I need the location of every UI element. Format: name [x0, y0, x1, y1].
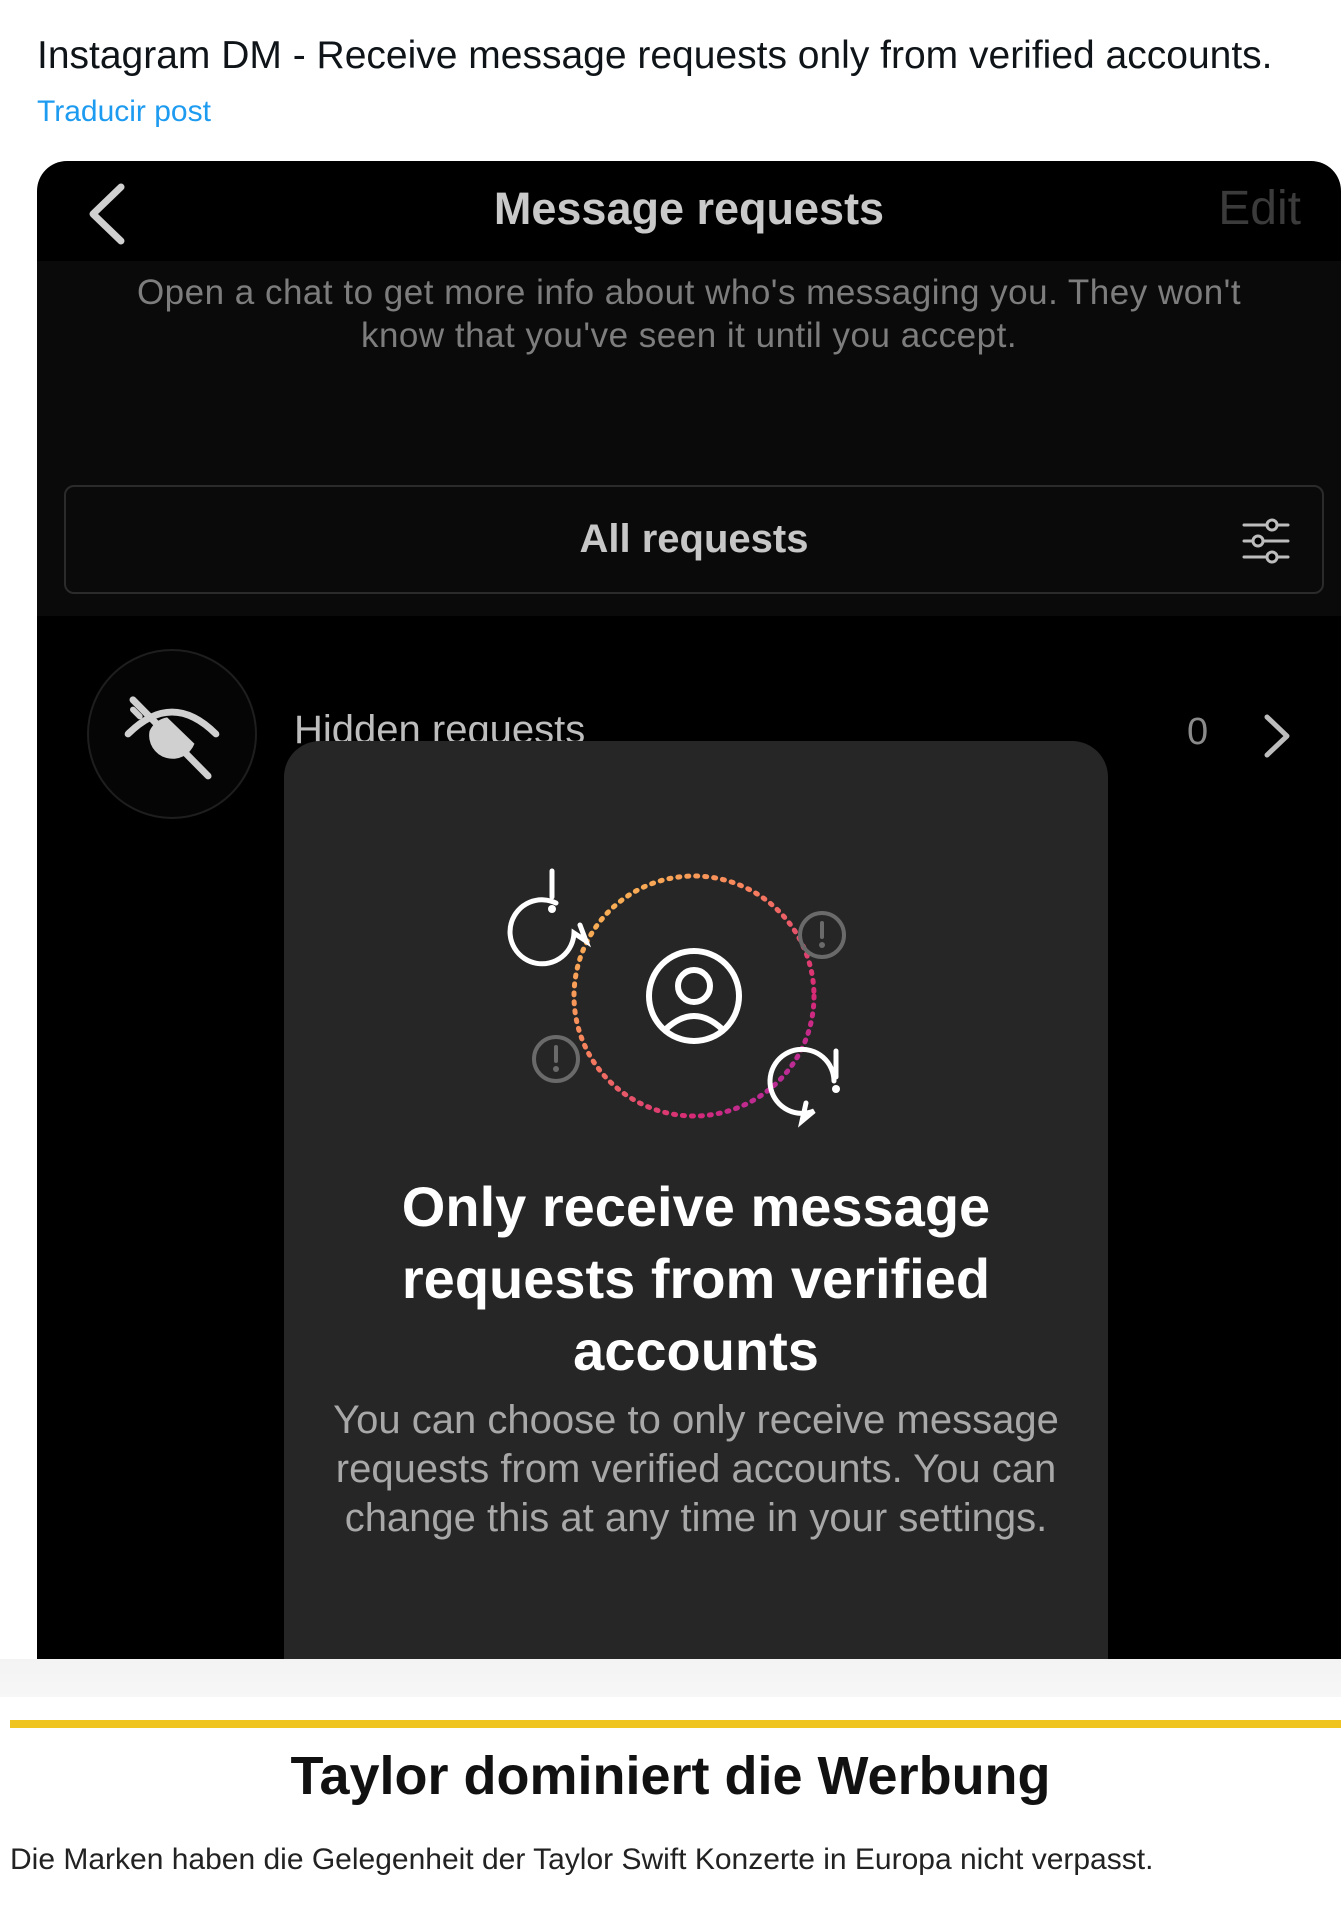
- article-divider: [10, 1720, 1341, 1728]
- info-text: Open a chat to get more info about who's…: [136, 273, 1242, 355]
- hidden-requests-avatar: [87, 649, 257, 819]
- verified-requests-illustration: [507, 868, 846, 1128]
- ig-header: Message requests Edit: [37, 161, 1341, 261]
- verified-only-sheet: Only receive message requests from verif…: [284, 741, 1108, 1659]
- alert-bubble-icon: [767, 1046, 839, 1128]
- header-title: Message requests: [493, 183, 885, 234]
- user-circle-icon: [646, 948, 742, 1044]
- hidden-requests-count: 0: [1187, 711, 1209, 753]
- alert-dot: [832, 1085, 840, 1093]
- article-headline: Taylor dominiert die Werbung: [290, 1746, 1051, 1806]
- post-text: Instagram DM - Receive message requests …: [37, 34, 1273, 77]
- alert-bubble-icon: [532, 1035, 580, 1083]
- sheet-title: Only receive message requests from verif…: [401, 1175, 991, 1382]
- eye-off-icon: [124, 696, 220, 780]
- chevron-right-icon: [1264, 714, 1290, 758]
- all-requests-label: All requests: [579, 517, 809, 561]
- article-subhead: Die Marken haben die Gelegenheit der Tay…: [10, 1843, 1154, 1876]
- alert-bubble-icon: [798, 911, 846, 959]
- translate-post-link[interactable]: Traducir post: [37, 95, 211, 129]
- alert-dot: [548, 905, 556, 913]
- all-requests-filter[interactable]: All requests: [64, 485, 1324, 594]
- alert-dot: [553, 1066, 559, 1072]
- sliders-icon: [1242, 518, 1290, 564]
- post-media-screenshot: Message requests Edit Open a chat to get…: [37, 161, 1341, 1659]
- media-bottom-fade: [0, 1659, 1341, 1697]
- edit-button[interactable]: Edit: [1218, 181, 1301, 236]
- alert-dot: [819, 942, 825, 948]
- sheet-body: You can choose to only receive message r…: [333, 1398, 1059, 1540]
- alert-bubble-icon: [507, 868, 592, 967]
